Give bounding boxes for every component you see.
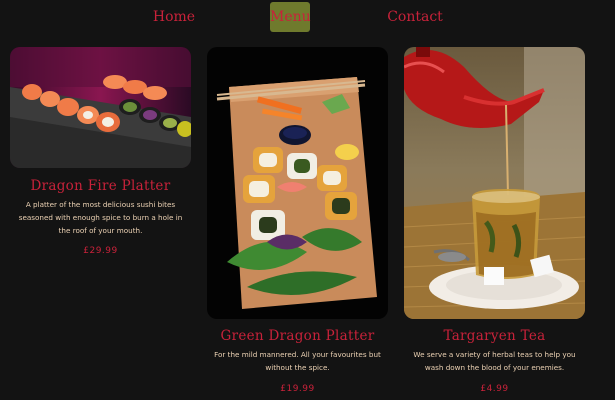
card-title: Green Dragon Platter — [220, 328, 375, 344]
top-nav: Home Menu Contact — [0, 0, 615, 36]
teapot-pouring-photo — [404, 47, 585, 319]
card-description: A platter of the most delicious sushi bi… — [18, 200, 183, 235]
sushi-board-photo — [207, 47, 388, 319]
card-price: £4.99 — [480, 384, 509, 394]
card-price: £29.99 — [83, 246, 118, 256]
menu-card-green-dragon: Green Dragon Platter For the mild manner… — [207, 47, 388, 394]
nav-menu-link[interactable]: Menu — [270, 2, 311, 32]
nav-contact-link[interactable]: Contact — [382, 2, 448, 32]
card-description: For the mild mannered. All your favourit… — [214, 350, 381, 372]
card-title: Dragon Fire Platter — [30, 178, 171, 194]
sushi-rolls-photo — [10, 47, 191, 168]
menu-card-targaryen-tea: Targaryen Tea We serve a variety of herb… — [404, 47, 585, 394]
nav-home-link[interactable]: Home — [148, 2, 200, 32]
card-description: We serve a variety of herbal teas to hel… — [413, 350, 576, 372]
menu-card-dragon-fire: Dragon Fire Platter A platter of the mos… — [10, 47, 191, 256]
card-title: Targaryen Tea — [443, 328, 546, 344]
card-price: £19.99 — [280, 384, 315, 394]
